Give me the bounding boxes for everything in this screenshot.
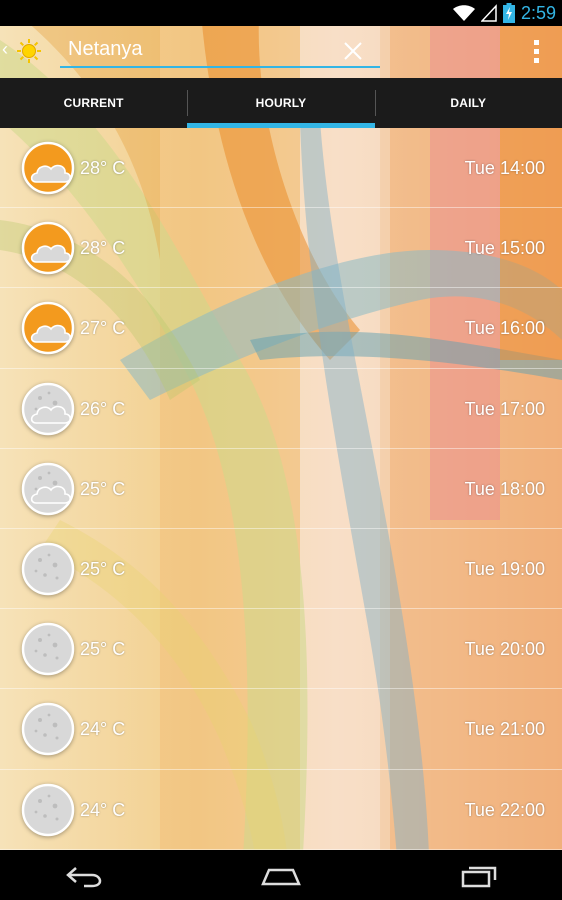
forecast-time: Tue 15:00 (464, 238, 545, 259)
sun-cloud-icon (20, 220, 76, 276)
forecast-time: Tue 16:00 (464, 318, 545, 339)
temperature: 24° C (80, 799, 126, 820)
forecast-time: Tue 20:00 (464, 639, 545, 660)
forecast-time: Tue 19:00 (464, 558, 545, 579)
forecast-time: Tue 22:00 (464, 799, 545, 820)
list-item[interactable]: 26° C Tue 17:00 (0, 369, 562, 449)
list-item[interactable]: 25° C Tue 18:00 (0, 449, 562, 529)
sun-cloud-icon (20, 300, 76, 356)
list-item[interactable]: 24° C Tue 22:00 (0, 770, 562, 850)
recent-apps-icon[interactable] (459, 860, 499, 890)
back-icon[interactable] (64, 860, 104, 890)
forecast-time: Tue 18:00 (464, 478, 545, 499)
list-item[interactable]: 28° C Tue 14:00 (0, 128, 562, 209)
sun-cloud-icon (20, 140, 76, 196)
temperature: 25° C (80, 558, 126, 579)
moon-icon (20, 621, 76, 677)
status-bar-indicators: 2:59 (452, 0, 556, 26)
moon-icon (20, 701, 76, 757)
list-item[interactable]: 27° C Tue 16:00 (0, 288, 562, 369)
temperature: 26° C (80, 398, 126, 419)
moon-icon (20, 782, 76, 838)
signal-icon (480, 4, 497, 22)
tab-bar: CURRENT HOURLY DAILY (0, 78, 562, 128)
moon-icon (20, 541, 76, 597)
list-item[interactable]: 24° C Tue 21:00 (0, 689, 562, 770)
clock: 2:59 (520, 2, 556, 23)
home-icon[interactable] (261, 860, 301, 890)
battery-charging-icon (502, 3, 515, 23)
navigation-bar (0, 850, 562, 900)
overflow-menu-icon[interactable] (532, 40, 540, 64)
city-search-input[interactable] (60, 32, 380, 68)
forecast-time: Tue 21:00 (464, 719, 545, 740)
list-item[interactable]: 25° C Tue 19:00 (0, 529, 562, 610)
temperature: 28° C (80, 238, 126, 259)
temperature: 25° C (80, 478, 126, 499)
list-item[interactable]: 25° C Tue 20:00 (0, 609, 562, 690)
forecast-time: Tue 17:00 (464, 398, 545, 419)
list-item[interactable]: 28° C Tue 15:00 (0, 208, 562, 289)
hourly-forecast-list[interactable]: 28° C Tue 14:00 28° C Tue 15:00 27° C Tu… (0, 128, 562, 850)
sun-app-icon[interactable] (16, 38, 42, 64)
moon-cloud-icon (20, 381, 76, 437)
wifi-icon (452, 5, 475, 21)
temperature: 24° C (80, 719, 126, 740)
temperature: 27° C (80, 318, 126, 339)
tab-hourly[interactable]: HOURLY (187, 78, 375, 128)
status-bar: 2:59 (0, 0, 562, 26)
temperature: 25° C (80, 639, 126, 660)
temperature: 28° C (80, 158, 126, 178)
action-bar: ‹ (0, 26, 562, 78)
up-caret-icon[interactable]: ‹ (2, 40, 8, 58)
tab-daily[interactable]: DAILY (374, 78, 562, 128)
clear-text-icon[interactable] (340, 38, 366, 64)
tab-current[interactable]: CURRENT (0, 78, 187, 128)
moon-cloud-icon (20, 461, 76, 517)
forecast-time: Tue 14:00 (464, 158, 545, 178)
